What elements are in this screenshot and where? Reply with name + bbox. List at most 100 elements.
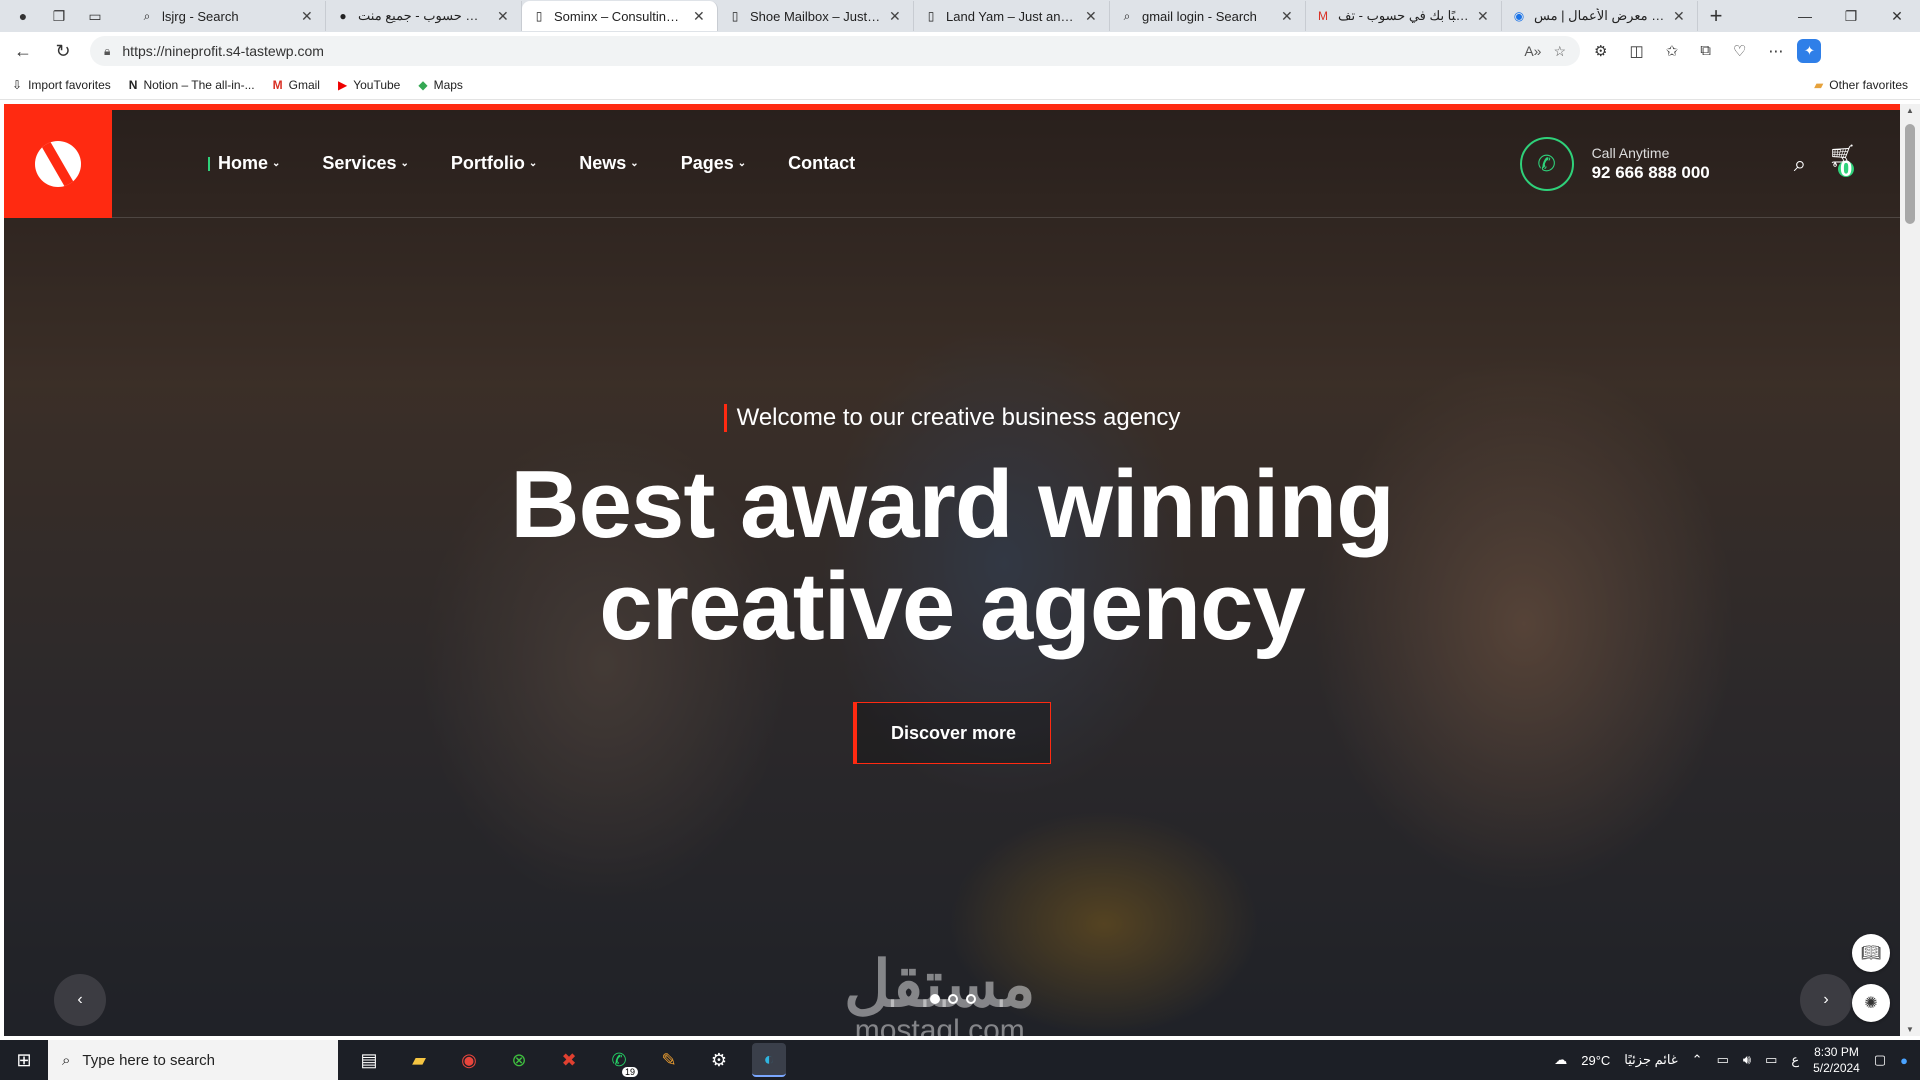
browser-tab-bar: ● ❐ ▭ ⌕ lsjrg - Search ✕ ● حسابات حسوب - جم… (0, 0, 1920, 32)
clock[interactable]: 8:30 PM 5/2/2024 (1813, 1044, 1860, 1076)
close-icon[interactable]: ✕ (889, 8, 903, 25)
search-icon[interactable]: ⌕ (1794, 151, 1806, 177)
edge-icon[interactable]: ◐ (752, 1043, 786, 1077)
weather-text[interactable]: غائم جزئيًا (1624, 1052, 1677, 1068)
reader-mode-icon[interactable]: 📖︎ (1852, 934, 1890, 972)
back-icon[interactable]: ← (10, 41, 36, 62)
slider-next-arrow-icon[interactable]: › (1800, 974, 1852, 1026)
display-icon[interactable]: ▭ (1765, 1052, 1777, 1068)
menu-item-news[interactable]: News ⌄ (579, 153, 638, 174)
extensions-icon[interactable]: ⚙ (1594, 42, 1607, 60)
task-view-icon[interactable]: ▤ (352, 1043, 386, 1077)
more-menu-icon[interactable]: ⋯ (1768, 42, 1783, 60)
app-red-icon[interactable]: ✖ (552, 1043, 586, 1077)
main-menu: Home ⌄ Services ⌄ Portfolio ⌄ News ⌄ Pages ⌄ … (207, 153, 855, 174)
globe-icon: ● (339, 9, 347, 23)
weather-icon[interactable]: ☁ (1554, 1052, 1567, 1068)
tab-7[interactable]: ◉ إضافة معرض الأعمال | مس ✕ (1502, 1, 1698, 31)
split-screen-icon[interactable]: ◫ (1629, 42, 1643, 60)
fav-maps[interactable]: ◆ Maps (418, 78, 463, 92)
new-tab-button[interactable]: + (1698, 3, 1734, 29)
favorite-star-icon[interactable]: ☆ (1553, 43, 1566, 60)
menu-item-contact[interactable]: Contact (788, 153, 855, 174)
close-icon[interactable]: ✕ (1477, 8, 1491, 25)
windows-start-icon[interactable]: ⊞ (0, 1050, 48, 1071)
fav-gmail[interactable]: M Gmail (273, 78, 320, 92)
tab-6[interactable]: M مرحبًا بك في حسوب - تف ✕ (1306, 1, 1502, 31)
browser-essentials-icon[interactable]: ♡ (1733, 42, 1746, 60)
slider-prev-arrow-icon[interactable]: ‹ (54, 974, 106, 1026)
fav-youtube[interactable]: ▶ YouTube (338, 78, 400, 92)
read-aloud-icon[interactable]: A» (1524, 43, 1541, 59)
settings-icon[interactable]: ⚙ (702, 1043, 736, 1077)
menu-item-portfolio[interactable]: Portfolio ⌄ (451, 153, 537, 174)
tab-title: Sominx – Consulting Bus (554, 8, 685, 24)
xbox-icon[interactable]: ⊗ (502, 1043, 536, 1077)
profile-icon[interactable]: ● (10, 5, 36, 27)
widgets-icon[interactable]: ● (1900, 1053, 1908, 1068)
menu-item-home[interactable]: Home ⌄ (207, 153, 280, 174)
notifications-icon[interactable]: ▢ (1874, 1052, 1886, 1068)
chrome-icon[interactable]: ◉ (452, 1043, 486, 1077)
tab-1[interactable]: ● حسابات حسوب - جميع منت ✕ (326, 1, 522, 31)
paint-icon[interactable]: ✎ (652, 1043, 686, 1077)
restore-icon[interactable]: ❐ (1828, 8, 1874, 25)
discover-more-button[interactable]: Discover more (853, 702, 1051, 764)
scroll-thumb[interactable] (1905, 124, 1915, 224)
notion-icon: N (128, 77, 138, 92)
collections-icon[interactable]: ⧉ (1700, 42, 1711, 60)
site-logo[interactable] (4, 109, 112, 218)
close-icon[interactable]: ✕ (1085, 8, 1099, 25)
scroll-up-icon[interactable]: ▲ (1900, 106, 1920, 115)
copilot-icon[interactable]: ✦ (1797, 39, 1822, 63)
tab-5[interactable]: ⌕ gmail login - Search ✕ (1110, 1, 1306, 31)
close-icon[interactable]: ✕ (693, 8, 707, 25)
call-number[interactable]: 92 666 888 000 (1592, 163, 1710, 183)
page-scrollbar[interactable]: ▲ ▼ (1900, 104, 1920, 1036)
tab-title: lsjrg - Search (162, 8, 239, 24)
phone-icon: ✆ (1519, 136, 1574, 191)
fav-import-favorites[interactable]: ⇩ Import favorites (12, 78, 111, 92)
other-favorites[interactable]: ▰ Other favorites (1814, 78, 1908, 92)
chevron-down-icon: ⌄ (630, 158, 639, 169)
favorites-icon[interactable]: ✩ (1666, 42, 1679, 60)
close-icon[interactable]: ✕ (301, 8, 315, 25)
cart-icon[interactable]: 🛒︎ 0 (1828, 143, 1856, 185)
tab-0[interactable]: ⌕ lsjrg - Search ✕ (130, 1, 326, 31)
call-anytime[interactable]: ✆ Call Anytime 92 666 888 000 (1519, 136, 1710, 191)
scroll-down-icon[interactable]: ▼ (1900, 1025, 1920, 1034)
file-explorer-icon[interactable]: ▰ (402, 1043, 436, 1077)
close-icon[interactable]: ✕ (1281, 8, 1295, 25)
favorites-bar: ⇩ Import favorites N Notion – The all-in-.… (0, 70, 1920, 100)
weather-temp[interactable]: 29°C (1581, 1053, 1610, 1068)
lock-icon[interactable]: 🔒︎ (104, 44, 110, 59)
volume-icon[interactable]: 🔊︎ (1743, 1052, 1751, 1068)
network-icon[interactable]: ▭ (1717, 1052, 1729, 1068)
tab-4[interactable]: ▯ Land Yam – Just another ✕ (914, 1, 1110, 31)
menu-item-services[interactable]: Services ⌄ (322, 153, 408, 174)
tab-3[interactable]: ▯ Shoe Mailbox – Just anot ✕ (718, 1, 914, 31)
workspaces-icon[interactable]: ❐ (46, 5, 72, 27)
window-controls: — ❐ ✕ (1782, 8, 1920, 25)
minimize-icon[interactable]: — (1782, 8, 1828, 25)
windows-taskbar: ⊞ ⌕ Type here to search ▤ ▰ ◉ ⊗ ✖ ✆ 19 ✎ ⚙… (0, 1040, 1920, 1080)
taskbar-search-placeholder: Type here to search (82, 1051, 215, 1069)
url-field[interactable]: 🔒︎ https://nineprofit.s4-tastewp.com A» … (90, 36, 1580, 66)
tab-actions-icon[interactable]: ▭ (82, 5, 108, 27)
close-window-icon[interactable]: ✕ (1874, 8, 1920, 25)
close-icon[interactable]: ✕ (497, 8, 511, 25)
menu-item-pages[interactable]: Pages ⌄ (681, 153, 746, 174)
chevron-up-icon[interactable]: ⌃ (1692, 1052, 1703, 1068)
headline-line-2: creative agency (599, 553, 1305, 660)
url-text[interactable]: https://nineprofit.s4-tastewp.com (122, 43, 1512, 59)
close-icon[interactable]: ✕ (1673, 8, 1687, 25)
tab-2-active[interactable]: ▯ Sominx – Consulting Bus ✕ (522, 1, 718, 31)
headline-line-1: Best award winning (510, 451, 1394, 558)
refresh-icon[interactable]: ↻ (50, 41, 76, 62)
taskbar-search[interactable]: ⌕ Type here to search (48, 1040, 338, 1080)
search-icon: ⌕ (62, 1051, 71, 1069)
fav-notion[interactable]: N Notion – The all-in-... (129, 78, 255, 92)
whatsapp-icon[interactable]: ✆ 19 (602, 1043, 638, 1077)
input-language[interactable]: ع (1791, 1052, 1799, 1068)
brain-assistant-icon[interactable]: ✺ (1852, 984, 1890, 1022)
